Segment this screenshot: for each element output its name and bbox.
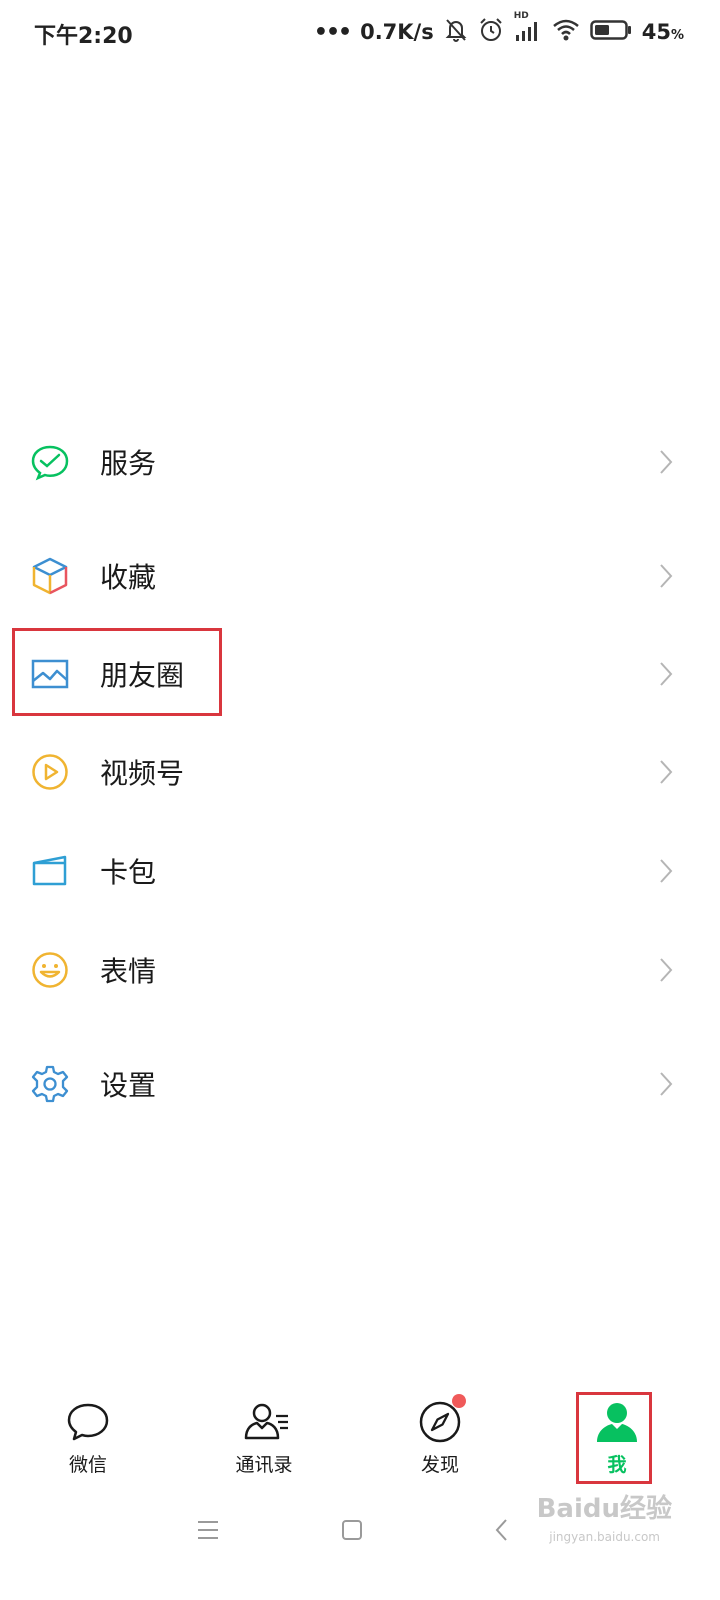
battery-percent: 45% [642, 20, 684, 44]
tab-label-discover: 发现 [420, 1454, 459, 1476]
wifi-icon [552, 18, 580, 46]
tab-chats[interactable]: 微信 [18, 1388, 158, 1484]
contacts-icon [242, 1400, 288, 1444]
mute-bell-icon [444, 17, 468, 47]
alarm-icon [478, 17, 504, 47]
status-dots: ••• [313, 19, 352, 45]
chevron-right-icon [658, 448, 674, 476]
battery-percent-value: 45 [641, 20, 671, 44]
signal-icon: HD [514, 11, 542, 47]
tab-contacts[interactable]: 通讯录 [194, 1388, 334, 1484]
chevron-right-icon [658, 660, 674, 688]
menu-lines-icon[interactable] [188, 1510, 228, 1550]
service-icon [30, 442, 70, 482]
menu-item-service[interactable]: 服务 [0, 416, 720, 508]
battery-icon [589, 19, 632, 45]
favorites-cube-icon [30, 556, 70, 596]
menu-label-service: 服务 [100, 447, 157, 480]
discover-badge-dot [452, 1394, 466, 1408]
chevron-right-icon [658, 1070, 674, 1098]
chat-bubble-icon [66, 1400, 110, 1444]
chevron-right-icon [658, 562, 674, 590]
chevron-right-icon [658, 956, 674, 984]
channels-play-icon [30, 752, 70, 792]
hd-label: HD [513, 11, 529, 21]
menu-label-channels: 视频号 [100, 757, 185, 790]
menu-item-favorites[interactable]: 收藏 [0, 530, 720, 622]
tab-discover[interactable]: 发现 [370, 1388, 510, 1484]
menu-label-favorites: 收藏 [100, 561, 157, 594]
battery-percent-unit: % [670, 28, 684, 43]
chevron-right-icon [658, 758, 674, 786]
me-tab-highlight-box [576, 1392, 652, 1484]
card-wallet-icon [30, 851, 70, 891]
status-time: 下午2:20 [34, 24, 133, 49]
menu-item-channels[interactable]: 视频号 [0, 726, 720, 818]
menu-label-card-wallet: 卡包 [100, 856, 157, 889]
menu-item-card-wallet[interactable]: 卡包 [0, 825, 720, 917]
back-chevron-icon[interactable] [482, 1510, 522, 1550]
compass-icon [418, 1394, 466, 1444]
emoji-smile-icon [30, 950, 70, 990]
menu-item-emoji[interactable]: 表情 [0, 924, 720, 1016]
status-indicators: ••• 0.7K/s HD 45% [313, 11, 684, 48]
moments-highlight-box [12, 628, 222, 716]
network-speed: 0.7K/s [360, 20, 434, 44]
home-square-icon[interactable] [332, 1510, 372, 1550]
status-bar: 下午2:20 ••• 0.7K/s HD 45% [0, 0, 720, 64]
watermark-logo: Baidu经验 [536, 1494, 672, 1524]
menu-item-settings[interactable]: 设置 [0, 1038, 720, 1130]
menu-label-emoji: 表情 [100, 955, 157, 988]
tab-label-chats: 微信 [68, 1454, 107, 1476]
chevron-right-icon [658, 857, 674, 885]
tab-label-contacts: 通讯录 [235, 1454, 293, 1476]
settings-gear-icon [30, 1064, 70, 1104]
menu-label-settings: 设置 [100, 1069, 157, 1102]
watermark-url: jingyan.baidu.com [549, 1530, 660, 1544]
